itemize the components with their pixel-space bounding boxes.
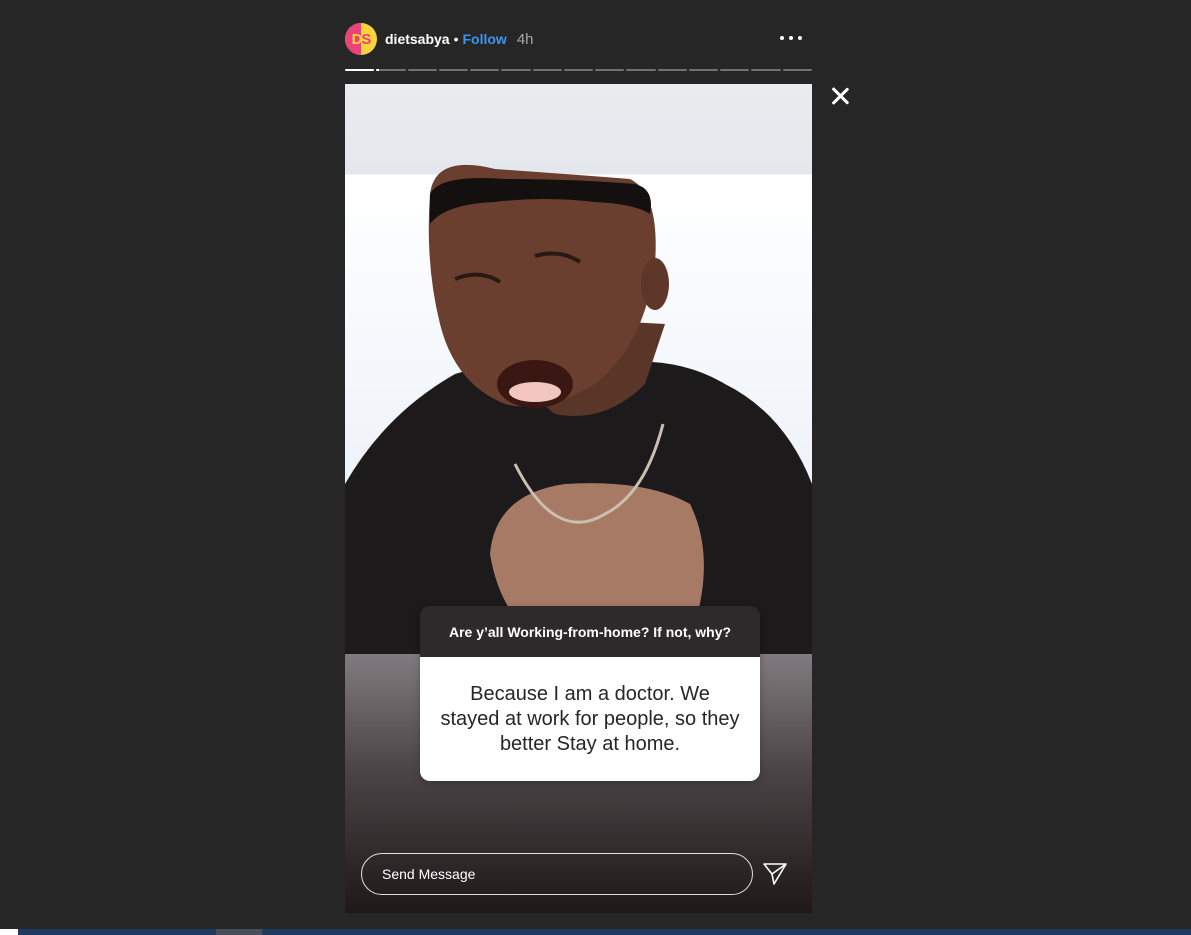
more-dot: [789, 36, 793, 40]
send-icon[interactable]: [762, 862, 788, 886]
sticker-answer: Because I am a doctor. We stayed at work…: [420, 657, 760, 781]
progress-fill: [376, 69, 380, 71]
progress-segment: [626, 69, 656, 71]
progress-segment: [407, 69, 437, 71]
avatar-letter-d: D: [351, 30, 363, 48]
avatar[interactable]: DS: [345, 23, 377, 55]
progress-segment: [501, 69, 531, 71]
progress-segment: [376, 69, 406, 71]
sticker-question: Are y’all Working-from-home? If not, why…: [420, 606, 760, 657]
more-dot: [798, 36, 802, 40]
progress-segment: [782, 69, 812, 71]
question-sticker[interactable]: Are y’all Working-from-home? If not, why…: [420, 606, 760, 781]
avatar-monogram: DS: [351, 30, 372, 48]
story-timestamp: 4h: [516, 30, 534, 48]
more-options-icon[interactable]: [780, 28, 802, 48]
progress-segment: [751, 69, 781, 71]
story-header: DS dietsabya • Follow 4h: [345, 20, 812, 58]
taskbar-item[interactable]: [216, 929, 262, 935]
person-illustration: [345, 164, 812, 654]
progress-segment: [470, 69, 500, 71]
separator-dot: •: [453, 31, 459, 47]
progress-segment: [532, 69, 562, 71]
avatar-letter-s: S: [361, 30, 371, 48]
send-message-input[interactable]: [361, 853, 753, 895]
more-dot: [780, 36, 784, 40]
story-progress-bar: [345, 69, 812, 72]
progress-segment: [688, 69, 719, 71]
progress-segment: [595, 69, 625, 71]
follow-button[interactable]: Follow: [463, 31, 507, 47]
progress-segment: [657, 69, 687, 71]
story-viewer: DS dietsabya • Follow 4h Are y’all Worki…: [0, 0, 1191, 935]
close-icon[interactable]: [829, 85, 851, 107]
taskbar-strip: [0, 929, 1191, 935]
taskbar-start[interactable]: [0, 929, 18, 935]
story-media[interactable]: [345, 84, 812, 913]
username-link[interactable]: dietsabya: [385, 31, 450, 47]
progress-segment: [345, 69, 375, 71]
progress-fill: [345, 69, 375, 71]
progress-segment: [563, 69, 594, 71]
progress-segment: [438, 69, 469, 71]
progress-segment: [720, 69, 750, 71]
